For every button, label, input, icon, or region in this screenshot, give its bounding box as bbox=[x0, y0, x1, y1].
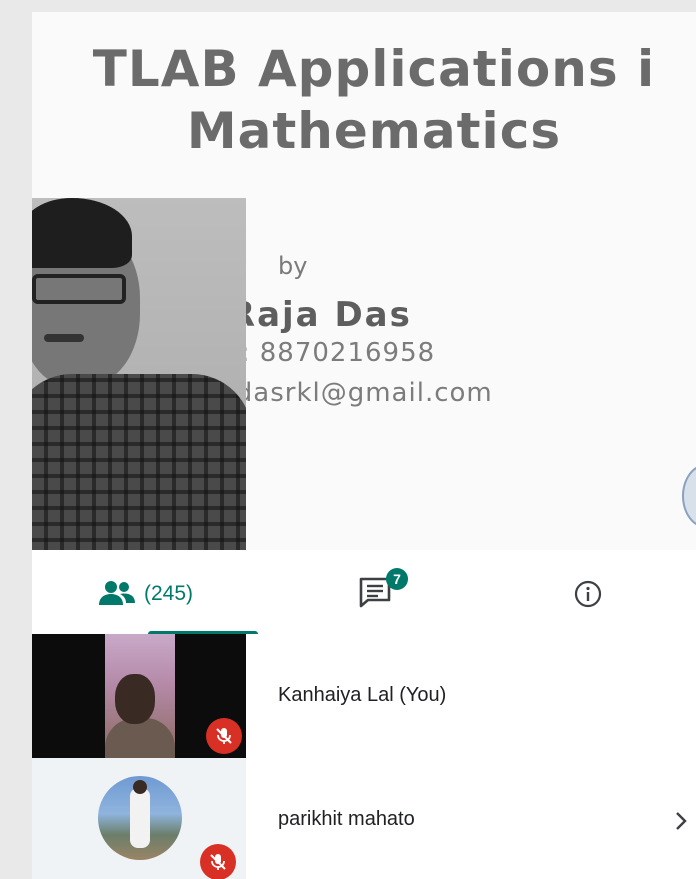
self-video-tile bbox=[32, 634, 246, 758]
mic-off-icon bbox=[206, 718, 242, 754]
participant-row[interactable]: parikhit mahato bbox=[32, 758, 696, 879]
self-head bbox=[115, 674, 155, 724]
slide-title-line-1: TLAB Applications i bbox=[92, 40, 656, 98]
avatar-head bbox=[133, 780, 147, 794]
self-body bbox=[105, 718, 175, 758]
tab-bar: (245) 7 bbox=[32, 550, 696, 635]
avatar bbox=[98, 776, 182, 860]
meeting-screen: TLAB Applications i Mathematics by Dr. R… bbox=[32, 12, 696, 879]
presenter-glasses bbox=[32, 274, 126, 304]
people-count: (245) bbox=[144, 582, 194, 605]
slide-by-text: by bbox=[278, 252, 308, 280]
mic-off-icon bbox=[200, 844, 236, 879]
tab-people[interactable]: (245) bbox=[88, 550, 258, 635]
presenter-mouth bbox=[44, 334, 84, 342]
chevron-right-icon[interactable] bbox=[674, 810, 688, 832]
chat-unread-badge: 7 bbox=[386, 568, 408, 590]
self-video-feed bbox=[105, 634, 175, 758]
people-icon bbox=[99, 581, 135, 605]
participant-name: parikhit mahato bbox=[278, 808, 415, 830]
presenter-shirt bbox=[32, 374, 246, 550]
tab-info[interactable] bbox=[560, 550, 620, 634]
slide-title: TLAB Applications i Mathematics bbox=[32, 38, 696, 162]
participant-row[interactable]: Kanhaiya Lal (You) bbox=[32, 634, 696, 758]
presenter-video bbox=[32, 198, 246, 550]
shared-slide: TLAB Applications i Mathematics by Dr. R… bbox=[32, 12, 696, 550]
avatar-tile bbox=[32, 758, 246, 879]
slide-title-line-2: Mathematics bbox=[186, 102, 562, 160]
info-icon bbox=[574, 580, 602, 608]
avatar-person bbox=[130, 788, 150, 848]
participant-name: Kanhaiya Lal (You) bbox=[278, 684, 447, 706]
institute-seal-icon bbox=[682, 464, 696, 528]
tab-chat[interactable]: 7 bbox=[328, 550, 428, 634]
presenter-hair bbox=[32, 198, 132, 268]
